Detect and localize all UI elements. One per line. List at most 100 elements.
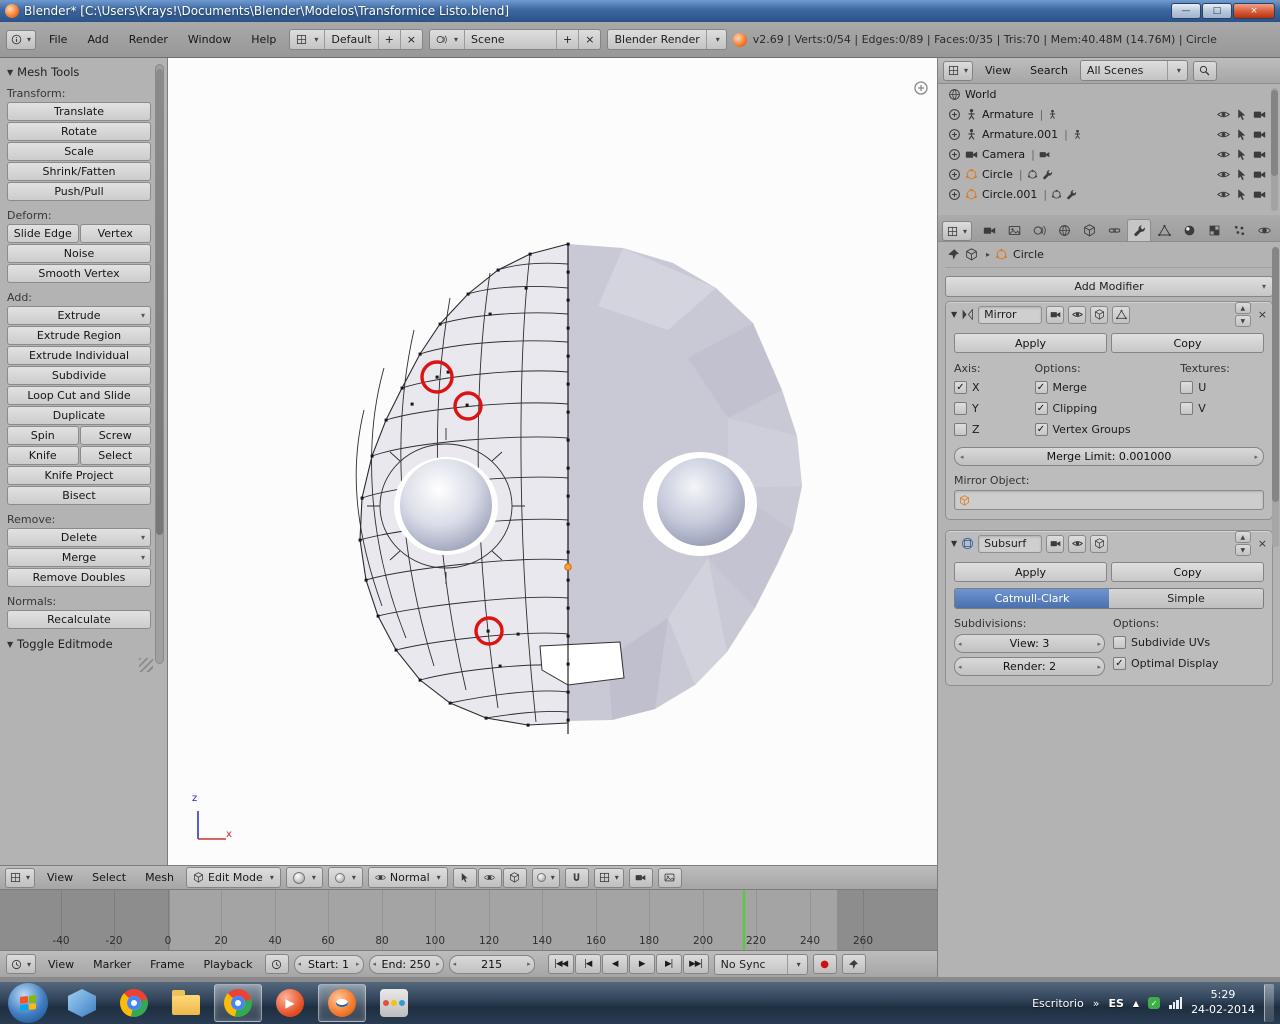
start-button[interactable] [8,983,48,1023]
opengl-render-anim-button[interactable] [657,867,682,888]
render-subdivisions-field[interactable]: Render: 2 [954,657,1105,676]
modifier-name-field[interactable]: Subsurf [978,534,1043,553]
mesh-object[interactable] [168,58,937,865]
knife-select-button[interactable]: Select [79,446,151,465]
merge-menu[interactable]: Merge [7,548,151,567]
taskbar-chrome-icon[interactable] [110,984,158,1022]
search-icon[interactable] [1192,60,1217,81]
move-modifier-down-button[interactable]: ▼ [1234,544,1251,556]
menu-tl-marker[interactable]: Marker [86,955,138,974]
manipulator-scale-button[interactable] [502,867,527,888]
show-desktop-button[interactable] [1264,984,1274,1022]
close-button[interactable]: × [1233,3,1275,19]
renderability-camera-icon[interactable] [1253,188,1266,201]
merge-limit-slider[interactable]: Merge Limit: 0.001000 [954,447,1264,466]
menu-tl-frame[interactable]: Frame [143,955,191,974]
delete-modifier-button[interactable]: × [1258,537,1267,550]
menu-outliner-view[interactable]: View [978,61,1018,80]
outliner-item-camera[interactable]: Camera | [938,144,1280,164]
loop-cut-button[interactable]: Loop Cut and Slide [7,386,151,405]
tab-material-icon[interactable] [1177,219,1201,241]
taskbar-blender-icon[interactable] [318,984,366,1022]
minimize-button[interactable]: — [1171,3,1201,19]
subsurf-apply-button[interactable]: Apply [954,562,1107,582]
jump-prev-keyframe-button[interactable]: |◀ [574,954,601,974]
menu-add[interactable]: Add [80,30,115,49]
editmode-visibility-toggle[interactable] [1090,305,1109,324]
menu-render[interactable]: Render [122,30,175,49]
outliner-display-mode[interactable]: All Scenes ▾ [1079,60,1188,81]
outliner-item-circle-001[interactable]: Circle.001 | [938,184,1280,204]
delete-menu[interactable]: Delete [7,528,151,547]
tab-particles-icon[interactable] [1227,219,1251,241]
frame-start-field[interactable]: Start: 1 [293,954,364,974]
renderability-camera-icon[interactable] [1253,128,1266,141]
taskbar-media-player-icon[interactable]: ▶ [266,984,314,1022]
move-modifier-up-button[interactable]: ▲ [1234,302,1251,314]
tab-constraints-icon[interactable] [1102,219,1126,241]
window-titlebar[interactable]: Blender* [C:\Users\Krays!\Documents\Blen… [0,0,1280,22]
simple-option[interactable]: Simple [1109,589,1263,608]
move-modifier-up-button[interactable]: ▲ [1234,531,1251,543]
language-indicator[interactable]: ES [1108,997,1123,1010]
viewport-shading-selector[interactable]: ▾ [285,867,323,888]
timeline-ruler[interactable]: -40 -20 0 20 40 60 80 100 120 140 160 18… [0,890,937,950]
vertex-groups-checkbox[interactable]: ✓ Vertex Groups [1034,421,1175,438]
taskbar-file-explorer-icon[interactable] [162,984,210,1022]
jump-next-keyframe-button[interactable]: ▶| [655,954,682,974]
outliner-item-armature-001[interactable]: Armature.001 | [938,124,1280,144]
show-hidden-icons-chevron[interactable]: ▲ [1133,999,1139,1008]
taskbar-chrome-active-icon[interactable] [214,984,262,1022]
region-resize-grip[interactable] [139,658,153,672]
tab-render-icon[interactable] [977,219,1001,241]
visibility-eye-icon[interactable] [1217,108,1230,121]
current-frame-playhead[interactable] [743,890,745,950]
panel-expand-icon[interactable]: ▼ [951,539,957,548]
move-modifier-down-button[interactable]: ▼ [1234,315,1251,327]
menu-window[interactable]: Window [181,30,238,49]
editor-type-outliner-button[interactable]: ▾ [943,60,974,81]
scene-selector[interactable]: ▾ Scene + × [429,29,602,50]
av-sync-selector[interactable]: No Sync ▾ [713,953,808,975]
push-pull-button[interactable]: Push/Pull [7,182,151,201]
selectability-cursor-icon[interactable] [1235,148,1248,161]
editor-type-view3d-button[interactable]: ▾ [5,867,36,888]
proportional-edit-button[interactable]: ▾ [531,867,560,888]
subdivide-button[interactable]: Subdivide [7,366,151,385]
screen-layout-selector[interactable]: ▾ Default + × [289,29,424,50]
tab-texture-icon[interactable] [1202,219,1226,241]
renderability-camera-icon[interactable] [1253,108,1266,121]
jump-to-end-button[interactable]: ▶▶| [682,954,709,974]
slide-edge-button[interactable]: Slide Edge [7,224,79,243]
viewport-visibility-toggle[interactable] [1068,534,1087,553]
outliner-item-armature[interactable]: Armature | [938,104,1280,124]
render-engine-selector[interactable]: Blender Render ▾ [607,29,727,50]
render-visibility-toggle[interactable] [1046,305,1065,324]
frame-end-field[interactable]: End: 250 [368,954,444,974]
axis-z-checkbox[interactable]: ✓Z [954,421,1029,438]
jump-to-start-button[interactable]: |◀◀ [547,954,574,974]
toggle-editmode-panel-header[interactable]: ▼ Toggle Editmode [7,637,151,651]
extrude-region-button[interactable]: Extrude Region [7,326,151,345]
panel-expand-icon[interactable]: ▼ [951,310,957,319]
knife-button[interactable]: Knife [7,446,79,465]
properties-scrollbar[interactable] [1272,247,1279,547]
network-signal-icon[interactable] [1169,997,1183,1009]
menu-view[interactable]: View [40,868,80,887]
mode-selector[interactable]: Edit Mode ▾ [186,867,281,888]
knife-project-button[interactable]: Knife Project [7,466,151,485]
tab-object-icon[interactable] [1077,219,1101,241]
bisect-button[interactable]: Bisect [7,486,151,505]
snap-element-selector[interactable]: ▾ [593,867,624,888]
catmull-clark-option[interactable]: Catmull-Clark [955,589,1109,608]
pin-icon[interactable] [947,248,960,261]
menu-tl-view[interactable]: View [41,955,81,974]
visibility-eye-icon[interactable] [1217,128,1230,141]
current-frame-field[interactable]: 215 [448,954,535,974]
spin-button[interactable]: Spin [7,426,79,445]
menu-help[interactable]: Help [244,30,283,49]
remove-doubles-button[interactable]: Remove Doubles [7,568,151,587]
merge-checkbox[interactable]: ✓ Merge [1034,379,1175,396]
editor-type-properties-button[interactable]: ▾ [942,221,973,241]
auto-keyframe-record-button[interactable]: ● [812,954,837,974]
